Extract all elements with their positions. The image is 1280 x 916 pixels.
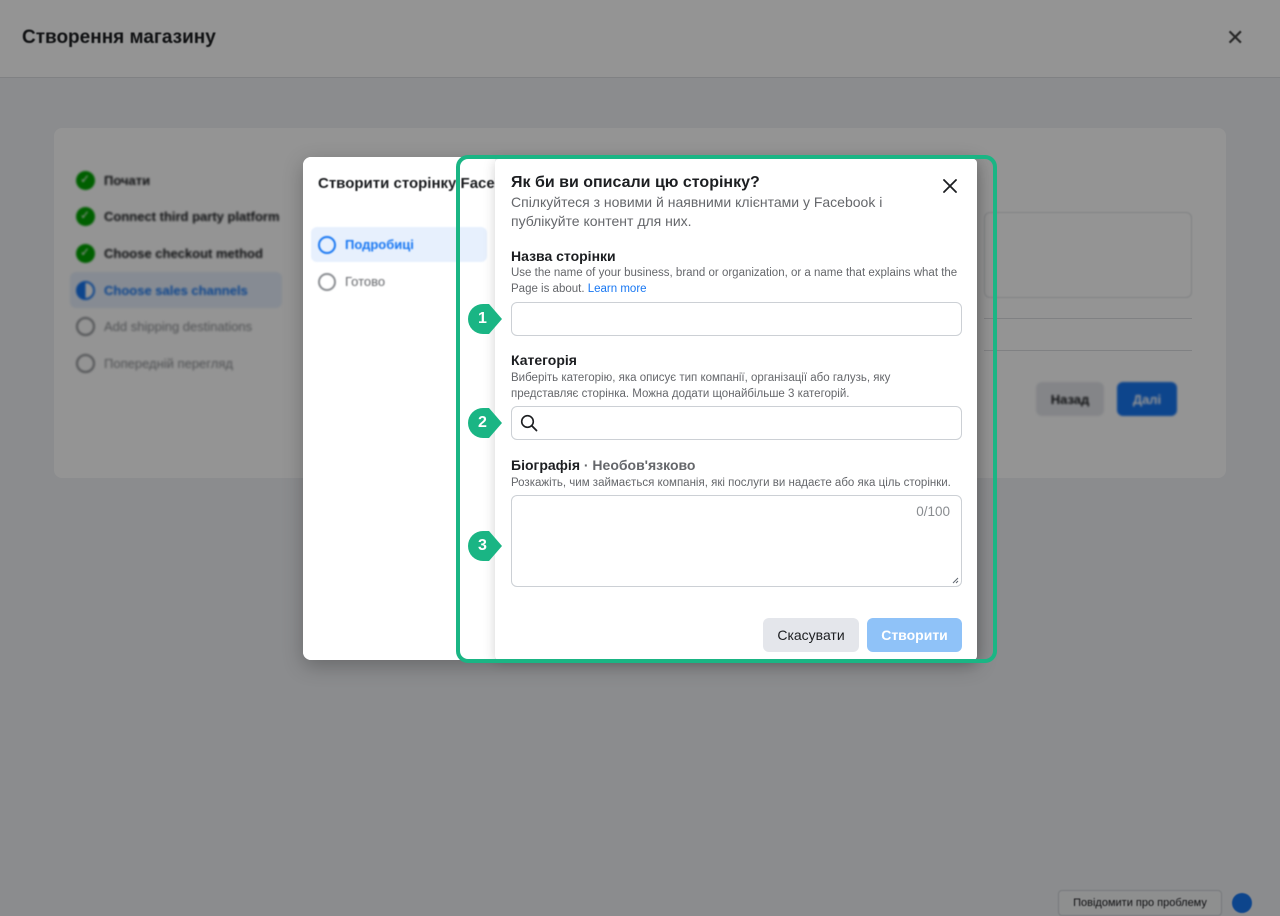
step-done[interactable]: Готово	[311, 264, 487, 299]
annotation-marker-number: 1	[478, 310, 487, 327]
create-page-title: Створити сторінку Facebook	[318, 175, 531, 192]
search-icon	[520, 414, 538, 432]
category-label: Категорія	[511, 352, 577, 368]
circle-icon	[318, 272, 336, 291]
annotation-marker-number: 2	[478, 414, 487, 431]
resize-handle-icon[interactable]	[951, 576, 959, 584]
annotation-marker-2: 2	[467, 407, 503, 439]
annotation-marker-number: 3	[478, 537, 487, 554]
annotation-marker-3: 3	[467, 530, 503, 562]
close-button[interactable]	[935, 171, 965, 201]
bio-help: Розкажіть, чим займається компанія, які …	[511, 477, 951, 489]
create-page-steps: Подробиці Готово	[311, 227, 487, 301]
page-name-label: Назва сторінки	[511, 248, 616, 264]
step-label: Подробиці	[345, 237, 414, 252]
create-button[interactable]: Створити	[867, 618, 962, 652]
page-name-field[interactable]	[511, 302, 962, 336]
cancel-button[interactable]: Скасувати	[763, 618, 859, 652]
page-name-help-text: Use the name of your business, brand or …	[511, 267, 958, 295]
category-input[interactable]	[539, 407, 961, 439]
category-help: Виберіть категорію, яка описує тип компа…	[511, 372, 891, 400]
bio-char-counter: 0/100	[916, 504, 950, 519]
dialog-title: Як би ви описали цю сторінку?	[511, 174, 760, 191]
learn-more-link[interactable]: Learn more	[588, 283, 647, 295]
page-details-dialog: Як би ви описали цю сторінку? Спілкуйтес…	[495, 159, 977, 660]
bio-field[interactable]: 0/100	[511, 495, 962, 587]
page-name-input[interactable]	[512, 303, 961, 335]
step-details[interactable]: Подробиці	[311, 227, 487, 262]
page-name-help: Use the name of your business, brand or …	[511, 265, 961, 297]
bio-optional-text: · Необов'язково	[583, 457, 696, 473]
step-label: Готово	[345, 274, 386, 289]
dialog-subtitle: Спілкуйтеся з новими й наявними клієнтам…	[511, 194, 883, 229]
category-field[interactable]	[511, 406, 962, 440]
bio-textarea[interactable]	[512, 496, 961, 584]
close-icon	[943, 179, 957, 193]
annotation-marker-1: 1	[467, 303, 503, 335]
bio-label-text: Біографія	[511, 457, 580, 473]
circle-icon	[318, 235, 336, 254]
bio-label: Біографія · Необов'язково	[511, 457, 696, 473]
